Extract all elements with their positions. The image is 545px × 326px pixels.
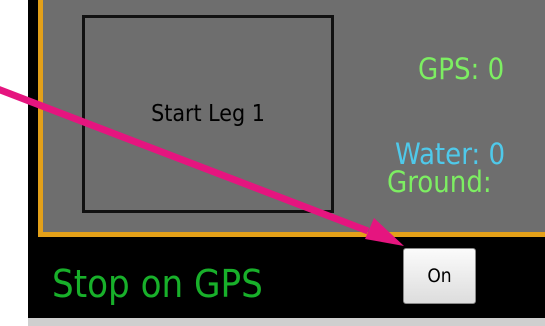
- ground-readout: Ground:: [387, 165, 492, 199]
- stop-on-gps-toggle-button[interactable]: On: [403, 248, 476, 304]
- on-button-label: On: [427, 265, 452, 287]
- bottom-strip: [28, 318, 545, 326]
- start-leg-label: Start Leg 1: [151, 101, 265, 127]
- stop-on-gps-label: Stop on GPS: [52, 262, 263, 306]
- start-leg-button[interactable]: Start Leg 1: [82, 15, 334, 213]
- device-screen: Start Leg 1 GPS: 0 Water: 0 Ground: Stop…: [0, 0, 545, 326]
- gps-readout: GPS: 0: [418, 52, 505, 86]
